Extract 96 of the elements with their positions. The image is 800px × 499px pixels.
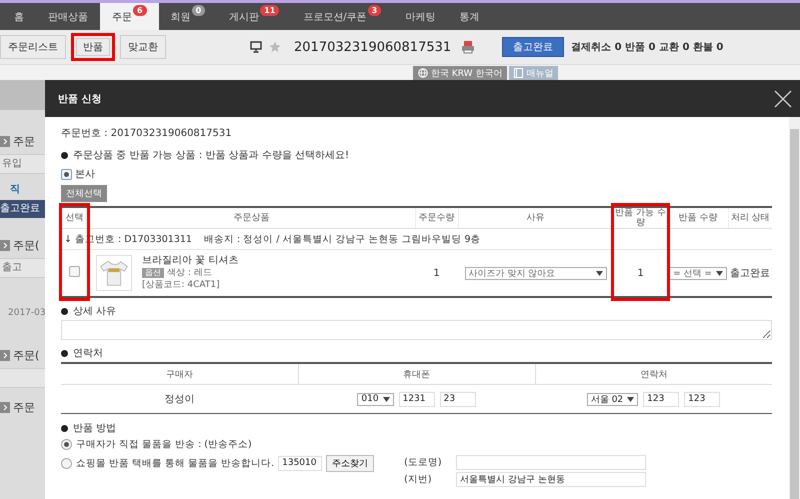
printer-icon[interactable] [461, 40, 476, 54]
option-text: 색상 : 레드 [167, 267, 212, 279]
zip-code-field[interactable]: 135010 [278, 456, 322, 470]
date-text: 2017-03 [8, 308, 45, 318]
column-header: 주문수량 [415, 207, 458, 228]
monitor-icon[interactable] [250, 41, 262, 53]
scrollbar[interactable] [789, 117, 800, 499]
sub-nav-button[interactable]: 반품 [71, 33, 115, 61]
table-cell: 출고완료 [730, 268, 770, 279]
nav-tab[interactable]: 판매상품 [36, 3, 100, 30]
shipping-address: 배송지 : 정성이 / 서울특별시 강남구 논현동 그림바우빌딩 9층 [204, 234, 481, 244]
section-title: 반품 방법 [73, 422, 116, 435]
column-header-text: 출고 [2, 262, 22, 273]
section-title: 주문( [13, 238, 40, 252]
page-header-bar [0, 80, 45, 110]
nav-tab[interactable]: 프로모션/쿠폰 3 [291, 3, 394, 30]
book-icon [514, 68, 524, 78]
warehouse-label: 본사 [75, 168, 95, 181]
chevron-icon [0, 136, 10, 146]
column-header: 구매자 [61, 363, 298, 384]
dialog-title: 반품 신청 [58, 92, 102, 106]
row-checkbox[interactable] [69, 266, 80, 277]
find-address-button[interactable]: 주소찾기 [326, 454, 374, 472]
buyer-name: 정성이 [164, 394, 194, 405]
count-badge: 6 [133, 5, 147, 16]
order-number-text: 주문번호 : 2017032319060817531 [61, 127, 233, 140]
prefix-dropdown[interactable]: 서울 02 [586, 392, 638, 406]
quantity-dropdown[interactable]: = 선택 = [669, 266, 727, 280]
bullet-icon [61, 425, 68, 432]
chevron-icon [0, 240, 10, 250]
globe-icon [418, 68, 428, 78]
radio-button[interactable] [61, 458, 72, 468]
notice-text: 주문상품 중 반품 가능 상품 : 반품 상품과 수량을 선택하세요! [73, 149, 349, 162]
nav-tab[interactable]: 게시판 11 [217, 3, 292, 30]
product-code: [상품코드: 4CAT1] [142, 279, 221, 291]
column-header: 처리 상태 [728, 207, 772, 228]
chevron-icon [0, 350, 10, 360]
section-title: 주문 [13, 400, 35, 414]
phone-field[interactable]: 23 [440, 392, 476, 406]
column-header: 선택 [61, 207, 88, 228]
field-label: (도로명) [404, 456, 443, 469]
phone-field[interactable]: 123 [684, 392, 720, 406]
nav-tab[interactable]: 주문 6 [100, 3, 159, 30]
status-text: 출고완료 [0, 203, 40, 214]
section-title: 상세 사유 [73, 305, 116, 318]
caret-icon [716, 270, 723, 276]
nav-tab[interactable]: 회원 0 [158, 3, 218, 30]
product-name: 브라질리아 꽃 티셔츠 [142, 255, 238, 267]
nav-tab[interactable]: 홈 [2, 3, 36, 30]
column-header: 연락처 [535, 363, 772, 384]
column-header-text: 유입 [2, 158, 22, 169]
caret-icon [596, 270, 602, 276]
table-cell: 1 [637, 268, 644, 278]
section-title: 주문 [13, 134, 35, 148]
status-badge: 출고완료 [502, 37, 564, 57]
column-header: 휴대폰 [298, 363, 535, 384]
link-text[interactable]: 직 [10, 184, 20, 195]
count-badge: 0 [192, 5, 206, 16]
address-field[interactable] [456, 455, 646, 470]
option-label: 구매자가 직접 물품을 반송 : (반송주소) [76, 438, 252, 450]
phone-field[interactable]: 1231 [398, 392, 435, 406]
sub-nav-button[interactable]: 맞교환 [120, 35, 166, 59]
caret-icon [382, 396, 390, 402]
bullet-icon [61, 308, 68, 315]
phone-field[interactable]: 123 [643, 392, 680, 406]
count-badge: 3 [368, 5, 382, 16]
bullet-icon [61, 152, 68, 159]
chevron-icon [0, 402, 10, 412]
column-header: 주문상품 [88, 207, 415, 228]
tshirt-thumbnail [96, 255, 132, 291]
count-badge: 11 [260, 5, 280, 16]
radio-button[interactable] [61, 169, 72, 180]
reason-dropdown[interactable]: 사이즈가 맞지 않아요 [464, 266, 606, 280]
prefix-dropdown[interactable]: 010 [357, 392, 394, 406]
order-number: 2017032319060817531 [294, 40, 452, 54]
nav-tab[interactable]: 마케팅 [393, 3, 448, 30]
address-field[interactable]: 서울특별시 강남구 논현동 [456, 472, 646, 487]
section-title: 주문( [13, 348, 40, 362]
star-icon[interactable] [269, 41, 281, 53]
table-cell: 1 [433, 268, 440, 278]
column-header: 사유 [458, 207, 613, 228]
bullet-icon [61, 350, 68, 357]
nav-tab[interactable]: 통계 [447, 3, 492, 30]
radio-button[interactable] [61, 438, 72, 450]
sub-nav-button[interactable]: 주문리스트 [0, 35, 66, 59]
column-header: 반품 가능 수량 [613, 207, 668, 228]
section-title: 연락처 [73, 347, 103, 360]
detail-reason-field[interactable] [61, 320, 772, 340]
close-icon[interactable] [774, 90, 792, 108]
caret-icon [627, 396, 634, 402]
claim-summary: 결제취소 0 반품 0 교환 0 환불 0 [571, 41, 724, 54]
option-label: 쇼핑몰 반품 택배를 통해 물품을 반송합니다. [76, 456, 274, 470]
field-label: (지번) [404, 473, 433, 486]
option-tag: 옵션 [142, 268, 164, 278]
select-all-button[interactable]: 전체선택 [61, 185, 107, 202]
column-header: 반품 수량 [668, 207, 728, 228]
